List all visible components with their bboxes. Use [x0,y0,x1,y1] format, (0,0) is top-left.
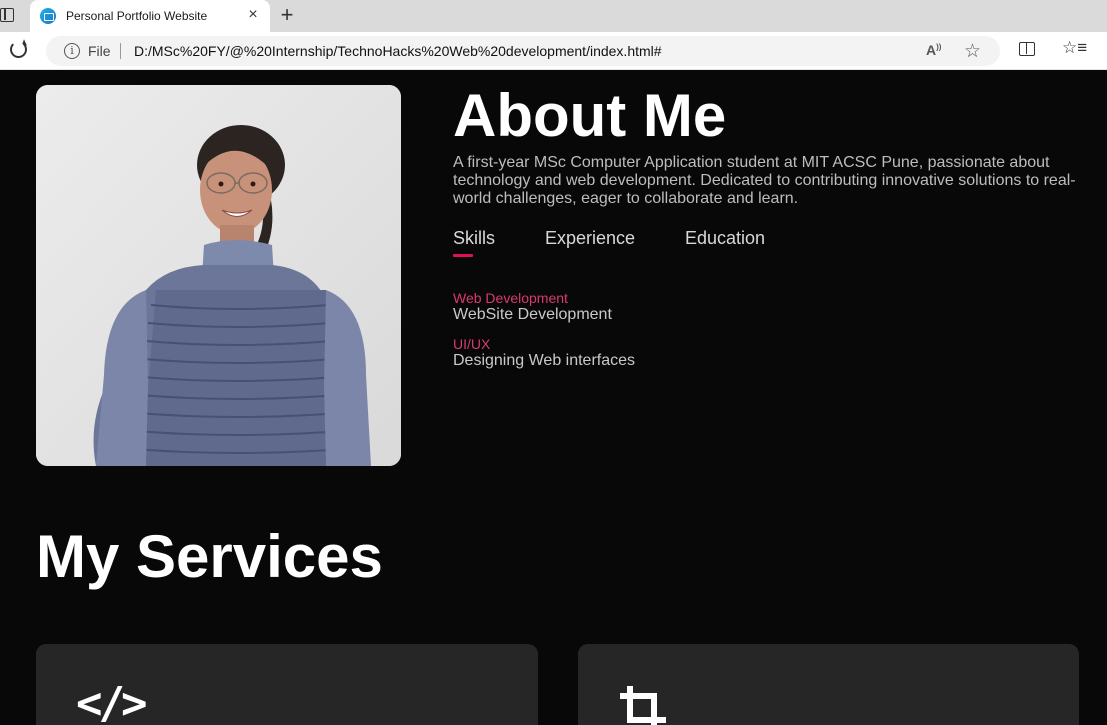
url-text[interactable]: D:/MSc%20FY/@%20Internship/TechnoHacks%2… [134,43,662,59]
skill-item: UI/UX Designing Web interfaces [453,336,635,370]
active-tab-underline [453,254,473,257]
skill-category: UI/UX [453,336,491,352]
read-aloud-icon[interactable]: A)) [926,42,941,58]
new-tab-button[interactable]: + [276,3,298,27]
file-label: File [88,43,111,59]
about-title: About Me [453,82,727,149]
tab-experience[interactable]: Experience [545,228,635,249]
skill-description: WebSite Development [453,306,612,323]
skill-category: Web Development [453,290,568,306]
page-content: About Me A first-year MSc Computer Appli… [0,70,1107,725]
split-screen-icon[interactable] [1019,42,1035,56]
browser-tab[interactable]: Personal Portfolio Website × [30,0,270,32]
tab-skills[interactable]: Skills [453,228,495,249]
close-tab-icon[interactable]: × [244,6,262,24]
tab-title: Personal Portfolio Website [66,9,208,23]
about-description: A first-year MSc Computer Application st… [453,154,1076,207]
favicon-icon [40,8,56,24]
favorites-icon[interactable]: ☆≡ [1062,38,1087,58]
services-title: My Services [36,523,383,590]
browser-tab-bar: Personal Portfolio Website × + [0,0,1107,32]
service-card-ui-ux[interactable] [578,644,1079,725]
tab-actions-icon[interactable] [0,8,14,22]
url-separator [120,43,121,59]
profile-photo [36,85,401,466]
url-field[interactable]: i File D:/MSc%20FY/@%20Internship/Techno… [46,36,1000,66]
skill-item: Web Development WebSite Development [453,290,612,324]
crop-icon [618,684,670,725]
skill-description: Designing Web interfaces [453,352,636,369]
info-icon[interactable]: i [64,43,80,59]
address-bar: i File D:/MSc%20FY/@%20Internship/Techno… [0,32,1107,70]
tab-education[interactable]: Education [685,228,765,249]
reload-icon[interactable] [10,41,27,58]
service-card-web-development[interactable]: </> [36,644,538,725]
favorite-star-icon[interactable]: ☆ [964,40,981,63]
code-icon: </> [76,678,148,725]
